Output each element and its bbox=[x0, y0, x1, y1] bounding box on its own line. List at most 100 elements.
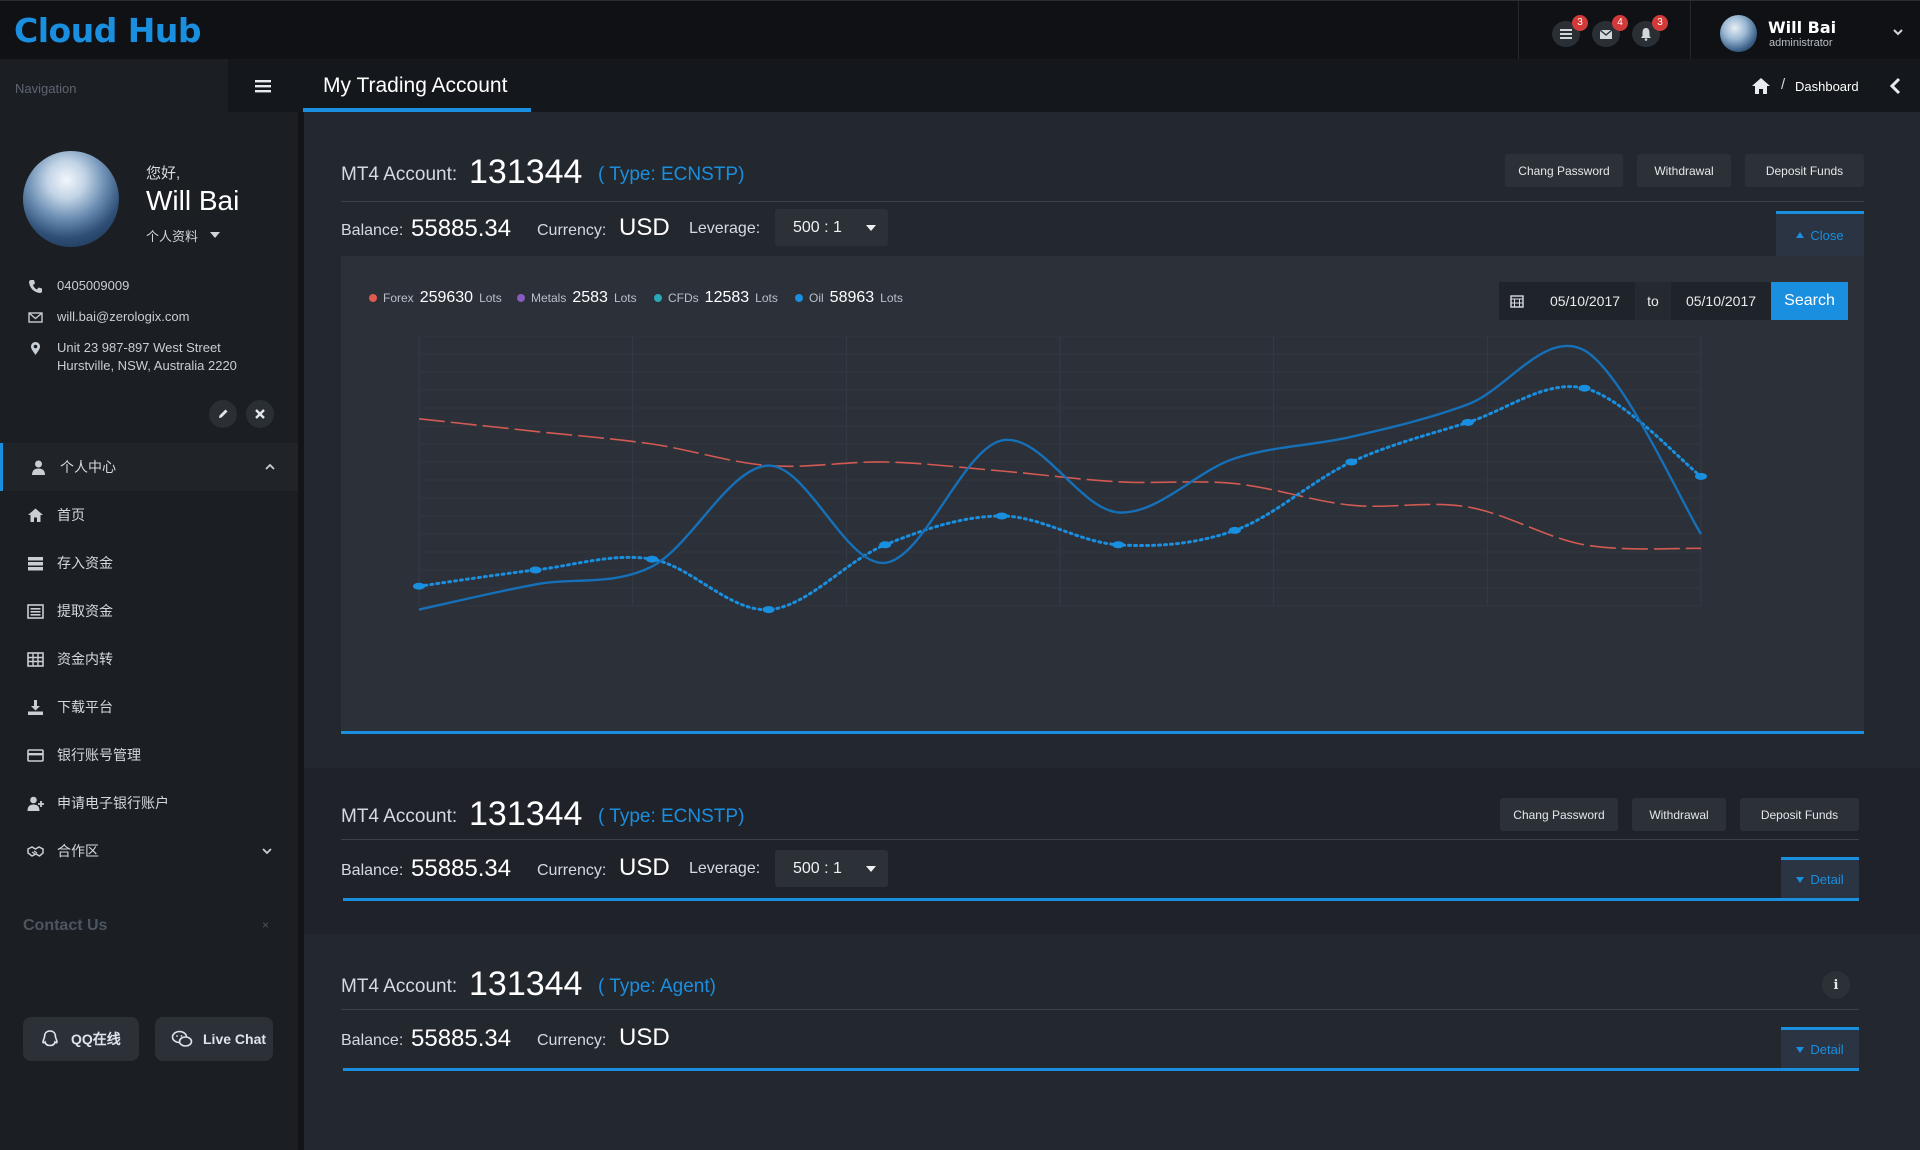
page-title: My Trading Account bbox=[323, 74, 508, 97]
sidebar-item-label: 资金内转 bbox=[57, 651, 113, 667]
detail-toggle-button[interactable]: Detail bbox=[1781, 1027, 1859, 1069]
breadcrumb-separator: / bbox=[1781, 76, 1786, 93]
deposit-funds-button[interactable]: Deposit Funds bbox=[1745, 154, 1864, 187]
live-chat-button[interactable]: Live Chat bbox=[155, 1017, 273, 1061]
qq-online-button[interactable]: QQ在线 bbox=[23, 1017, 139, 1061]
sidebar-item-partners[interactable]: 合作区 bbox=[0, 827, 298, 875]
balance-label: Balance: bbox=[341, 222, 404, 239]
date-to-input[interactable]: 05/10/2017 bbox=[1671, 282, 1771, 320]
mt4-account-label: MT4 Account: bbox=[341, 806, 458, 827]
detail-toggle-button[interactable]: Detail bbox=[1781, 857, 1859, 899]
change-password-button[interactable]: Chang Password bbox=[1505, 154, 1623, 187]
envelope-icon bbox=[1599, 29, 1613, 39]
legend-value: 12583 bbox=[704, 289, 750, 306]
sidebar-item-download[interactable]: 下载平台 bbox=[0, 683, 298, 731]
chevron-left-icon[interactable] bbox=[1888, 77, 1902, 95]
sidebar-item-bank-accounts[interactable]: 银行账号管理 bbox=[0, 731, 298, 779]
profile-address-line2: Hurstville, NSW, Australia 2220 bbox=[57, 358, 237, 373]
grid-icon bbox=[25, 650, 45, 668]
date-from-input[interactable]: 05/10/2017 bbox=[1535, 282, 1635, 320]
sidebar-item-deposit[interactable]: 存入资金 bbox=[0, 539, 298, 587]
data-point[interactable] bbox=[529, 566, 542, 574]
data-point[interactable] bbox=[995, 512, 1008, 520]
chevron-down-icon bbox=[262, 848, 272, 855]
account-type: ( Type: ECNSTP) bbox=[598, 806, 745, 827]
divider bbox=[1518, 1, 1519, 60]
legend-name: CFDs bbox=[668, 291, 699, 305]
credit-card-icon bbox=[25, 746, 45, 764]
balance-value: 55885.34 bbox=[411, 215, 512, 242]
sidebar-item-personal-center[interactable]: 个人中心 bbox=[0, 443, 298, 491]
withdrawal-button[interactable]: Withdrawal bbox=[1632, 798, 1726, 831]
download-icon bbox=[25, 698, 45, 716]
sidebar-item-label: 银行账号管理 bbox=[57, 747, 141, 763]
currency-label: Currency: bbox=[537, 1032, 607, 1049]
search-button[interactable]: Search bbox=[1771, 282, 1848, 320]
legend-item[interactable]: Oil 58963 Lots bbox=[795, 289, 903, 307]
data-point[interactable] bbox=[879, 541, 892, 549]
detail-label: Detail bbox=[1810, 872, 1844, 887]
legend-name: Forex bbox=[383, 291, 414, 305]
calendar-button[interactable] bbox=[1499, 282, 1535, 320]
leverage-select[interactable]: 500 : 1 bbox=[775, 209, 888, 246]
tasks-badge: 3 bbox=[1572, 15, 1588, 31]
sidebar-item-home[interactable]: 首页 bbox=[0, 491, 298, 539]
legend-item[interactable]: Forex 259630 Lots bbox=[369, 289, 502, 307]
profile-avatar[interactable] bbox=[23, 151, 119, 247]
tasks-button[interactable]: 3 bbox=[1552, 15, 1588, 47]
caret-down-icon bbox=[866, 225, 876, 231]
legend-item[interactable]: Metals 2583 Lots bbox=[517, 289, 637, 307]
data-point[interactable] bbox=[762, 606, 775, 614]
card-accent-bar bbox=[343, 1068, 1859, 1071]
data-point[interactable] bbox=[1228, 526, 1241, 534]
balance-label: Balance: bbox=[341, 1032, 404, 1049]
sidebar-item-withdraw[interactable]: 提取资金 bbox=[0, 587, 298, 635]
divider bbox=[1690, 1, 1691, 60]
caret-down-icon bbox=[866, 866, 876, 872]
profile-address-row: Unit 23 987-897 West Street Hurstville, N… bbox=[28, 339, 237, 375]
info-button[interactable]: i bbox=[1822, 971, 1850, 999]
user-avatar[interactable] bbox=[1720, 15, 1757, 52]
menu-toggle-button[interactable] bbox=[228, 59, 298, 112]
profile-email[interactable]: will.bai@zerologix.com bbox=[57, 308, 189, 326]
map-pin-icon bbox=[31, 342, 40, 355]
edit-profile-button[interactable] bbox=[209, 400, 237, 428]
app-logo[interactable]: Cloud Hub bbox=[14, 11, 202, 50]
close-panel-button[interactable]: Close bbox=[1776, 211, 1864, 256]
change-password-button[interactable]: Chang Password bbox=[1500, 798, 1618, 831]
data-point[interactable] bbox=[1112, 541, 1125, 549]
legend-item[interactable]: CFDs 12583 Lots bbox=[654, 289, 778, 307]
legend-unit: Lots bbox=[613, 291, 637, 305]
user-name[interactable]: Will Bai bbox=[1768, 18, 1836, 37]
data-point[interactable] bbox=[646, 555, 659, 563]
contact-close-button[interactable]: × bbox=[262, 918, 269, 932]
balance-value: 55885.34 bbox=[411, 1025, 512, 1052]
home-icon[interactable] bbox=[1751, 77, 1771, 95]
withdrawal-button[interactable]: Withdrawal bbox=[1637, 154, 1731, 187]
envelope-icon bbox=[28, 312, 43, 323]
close-label: Close bbox=[1810, 227, 1844, 243]
leverage-select[interactable]: 500 : 1 bbox=[775, 850, 888, 887]
deposit-funds-button[interactable]: Deposit Funds bbox=[1740, 798, 1859, 831]
mail-button[interactable]: 4 bbox=[1592, 15, 1628, 47]
legend-dot bbox=[517, 294, 525, 302]
close-icon bbox=[255, 409, 265, 419]
data-point[interactable] bbox=[413, 582, 425, 590]
mt4-account-label: MT4 Account: bbox=[341, 976, 458, 997]
breadcrumb-current[interactable]: Dashboard bbox=[1795, 79, 1859, 94]
data-point[interactable] bbox=[1695, 472, 1707, 480]
caret-down-icon[interactable] bbox=[210, 231, 220, 239]
sidebar-item-transfer[interactable]: 资金内转 bbox=[0, 635, 298, 683]
data-point[interactable] bbox=[1578, 384, 1591, 392]
data-point[interactable] bbox=[1345, 458, 1358, 466]
hamburger-icon bbox=[255, 79, 271, 92]
data-point[interactable] bbox=[1461, 418, 1474, 426]
currency-label: Currency: bbox=[537, 222, 607, 239]
legend-dot bbox=[795, 294, 803, 302]
profile-link[interactable]: 个人资料 bbox=[146, 226, 198, 245]
close-profile-button[interactable] bbox=[246, 400, 274, 428]
sidebar: Navigation 您好, Will Bai 个人资料 0405009009 … bbox=[0, 59, 298, 1150]
notifications-button[interactable]: 3 bbox=[1632, 15, 1668, 47]
chevron-down-icon[interactable] bbox=[1892, 26, 1904, 38]
sidebar-item-e-bank-application[interactable]: 申请电子银行账户 bbox=[0, 779, 298, 827]
